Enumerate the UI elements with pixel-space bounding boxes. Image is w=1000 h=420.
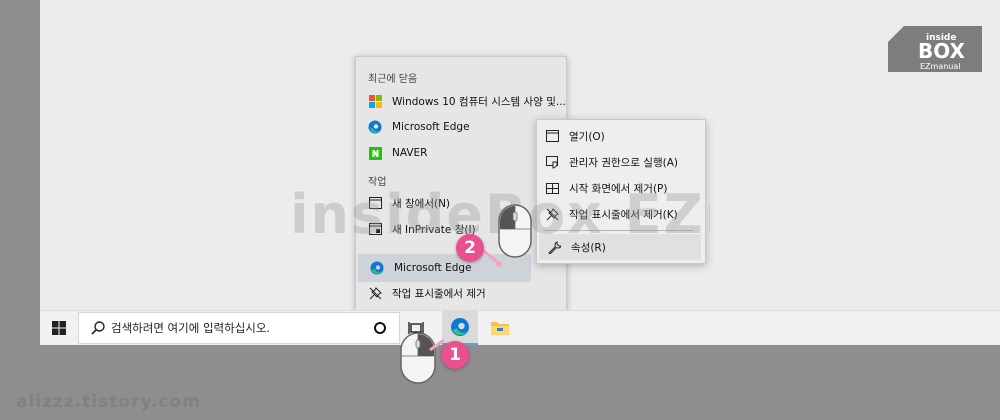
cortana-icon [374, 322, 386, 334]
cortana-button[interactable] [362, 311, 398, 345]
search-box[interactable]: 검색하려면 여기에 입력하십시오. [78, 312, 400, 344]
logo-line2: BOX [918, 39, 966, 63]
edge-icon [370, 261, 384, 275]
search-placeholder: 검색하려면 여기에 입력하십시오. [111, 321, 271, 335]
menu-item-open[interactable]: 열기(O) [537, 123, 705, 149]
shield-window-icon [545, 155, 559, 169]
edge-icon [451, 318, 469, 336]
blog-watermark: alizzz.tistory.com [16, 392, 201, 412]
unpin-icon [368, 286, 382, 300]
menu-item-label: 열기(O) [569, 130, 605, 143]
jump-item-label: Windows 10 컴퓨터 시스템 사양 및... [392, 95, 566, 108]
jump-item-windows-specs[interactable]: Windows 10 컴퓨터 시스템 사양 및... [356, 88, 566, 114]
file-explorer-icon [491, 322, 509, 335]
naver-icon [368, 146, 382, 160]
start-icon [52, 321, 66, 335]
windows-logo-icon [368, 94, 382, 108]
taskbar: 검색하려면 여기에 입력하십시오. [40, 310, 1000, 345]
menu-item-run-as-admin[interactable]: 관리자 권한으로 실행(A) [537, 149, 705, 175]
edge-icon [368, 120, 382, 134]
recent-heading: 최근에 닫음 [368, 74, 418, 85]
jump-item-label: Microsoft Edge [392, 121, 470, 133]
jump-item-label: NAVER [392, 147, 428, 159]
step-badge-1: 1 [441, 341, 469, 369]
jump-item-label: 작업 표시줄에서 제거 [392, 287, 486, 300]
window-icon [545, 129, 559, 143]
jump-item-label: Microsoft Edge [394, 262, 472, 274]
search-icon [91, 321, 105, 335]
file-explorer-button[interactable] [482, 311, 518, 345]
taskbar-edge-button[interactable] [442, 311, 478, 345]
jump-item-unpin-taskbar[interactable]: 작업 표시줄에서 제거 [356, 280, 566, 306]
insidebox-logo: inside BOX EZmanual [888, 26, 982, 72]
menu-item-label: 관리자 권한으로 실행(A) [569, 156, 678, 169]
logo-line3: EZmanual [920, 62, 961, 71]
start-button[interactable] [40, 311, 78, 345]
step-badge-2: 2 [456, 234, 484, 262]
